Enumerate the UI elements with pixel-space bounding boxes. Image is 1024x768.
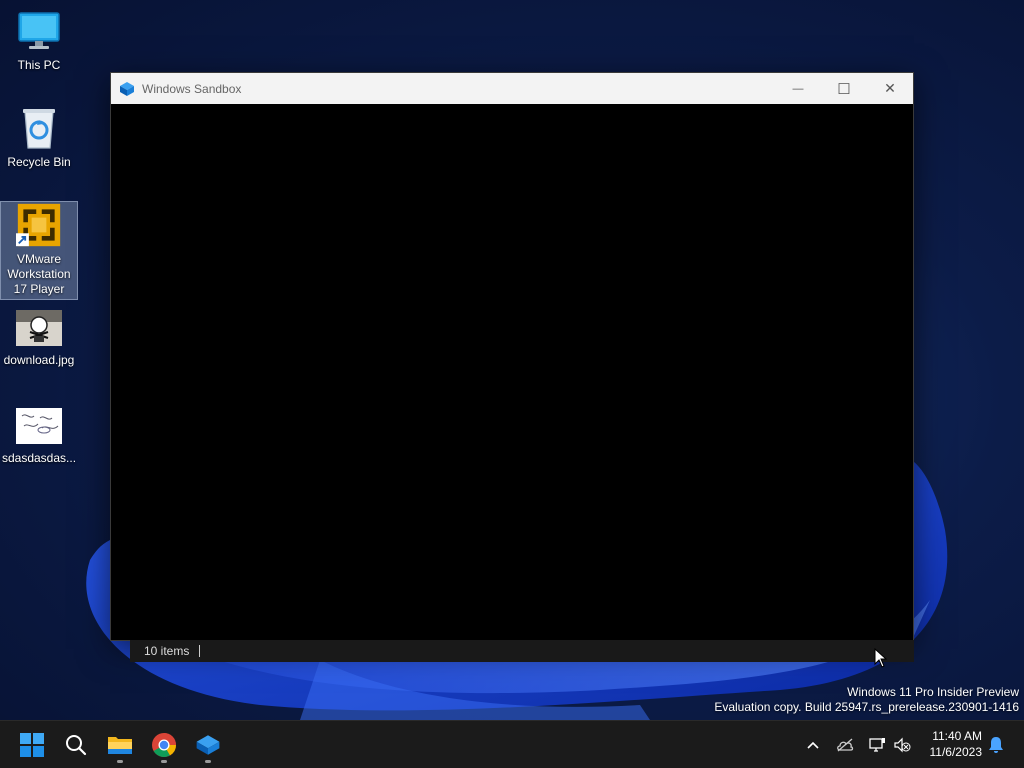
minimize-button[interactable]: — <box>775 73 821 104</box>
desktop-icon-download-jpg[interactable]: download.jpg <box>0 306 78 368</box>
recycle-bin-icon <box>16 105 62 151</box>
windows-sandbox-icon <box>196 735 220 755</box>
watermark-line-1: Windows 11 Pro Insider Preview <box>847 685 1019 699</box>
chrome-icon <box>152 733 176 758</box>
network-icon <box>869 738 885 752</box>
desktop-icon-sdasdasdas[interactable]: sdasdasdas... <box>0 404 78 466</box>
bell-icon <box>989 737 1003 753</box>
clock-time: 11:40 AM <box>932 729 982 743</box>
running-indicator <box>205 760 211 763</box>
onedrive-icon <box>837 738 854 752</box>
desktop-icon-label: VMware Workstation 17 Player <box>7 252 71 296</box>
explorer-status-bar: 10 items <box>130 640 914 662</box>
desktop-icon-label: download.jpg <box>3 353 75 367</box>
sandbox-window[interactable]: Windows Sandbox — ☐ ✕ <box>110 72 914 641</box>
running-indicator <box>117 760 123 763</box>
notifications-button[interactable] <box>986 721 1006 768</box>
window-titlebar[interactable]: Windows Sandbox — ☐ ✕ <box>111 73 913 104</box>
maximize-button[interactable]: ☐ <box>821 73 867 104</box>
taskbar-windows-sandbox[interactable] <box>188 725 228 765</box>
evaluation-watermark: Windows 11 Pro Insider Preview Evaluatio… <box>714 685 1019 715</box>
search-icon <box>66 735 87 756</box>
maximize-icon: ☐ <box>837 80 851 98</box>
chevron-up-icon <box>807 741 819 749</box>
item-count: 10 items <box>144 644 190 658</box>
desktop-icon-vmware[interactable]: VMware Workstation 17 Player <box>0 201 78 300</box>
clock-date: 11/6/2023 <box>929 745 983 759</box>
close-button[interactable]: ✕ <box>867 73 913 104</box>
taskbar: 11:40 AM 11/6/2023 <box>0 720 1024 768</box>
running-indicator <box>161 760 167 763</box>
window-title: Windows Sandbox <box>142 81 242 96</box>
start-icon <box>20 733 44 757</box>
volume-tray-button[interactable] <box>892 721 912 768</box>
minimize-icon: — <box>792 82 804 95</box>
watermark-line-2: Evaluation copy. Build 25947.rs_prerelea… <box>714 700 1019 714</box>
close-icon: ✕ <box>884 80 896 96</box>
windows-sandbox-icon <box>120 81 134 96</box>
onedrive-tray-button[interactable] <box>834 721 856 768</box>
sandbox-viewport[interactable] <box>111 104 913 640</box>
desktop-icon-label: sdasdasdas... <box>1 451 77 465</box>
desktop-icon-recycle-bin[interactable]: Recycle Bin <box>0 105 78 177</box>
start-button[interactable] <box>12 725 52 765</box>
taskbar-file-explorer[interactable] <box>100 725 140 765</box>
image-file-icon <box>16 306 62 349</box>
monitor-icon <box>16 8 62 54</box>
clock[interactable]: 11:40 AM 11/6/2023 <box>930 728 983 760</box>
vmware-icon <box>16 202 62 248</box>
mouse-cursor-icon <box>874 648 888 668</box>
file-explorer-icon <box>108 737 132 754</box>
desktop-icon-label: Recycle Bin <box>7 155 71 169</box>
volume-mute-icon <box>894 737 911 753</box>
status-separator <box>199 645 201 657</box>
network-tray-button[interactable] <box>866 721 888 768</box>
show-hidden-icons-button[interactable] <box>802 721 824 768</box>
desktop-icon-this-pc[interactable]: This PC <box>0 8 78 78</box>
search-button[interactable] <box>56 725 96 765</box>
taskbar-chrome[interactable] <box>144 725 184 765</box>
image-file-icon <box>16 404 62 447</box>
desktop-icon-label: This PC <box>17 58 61 72</box>
